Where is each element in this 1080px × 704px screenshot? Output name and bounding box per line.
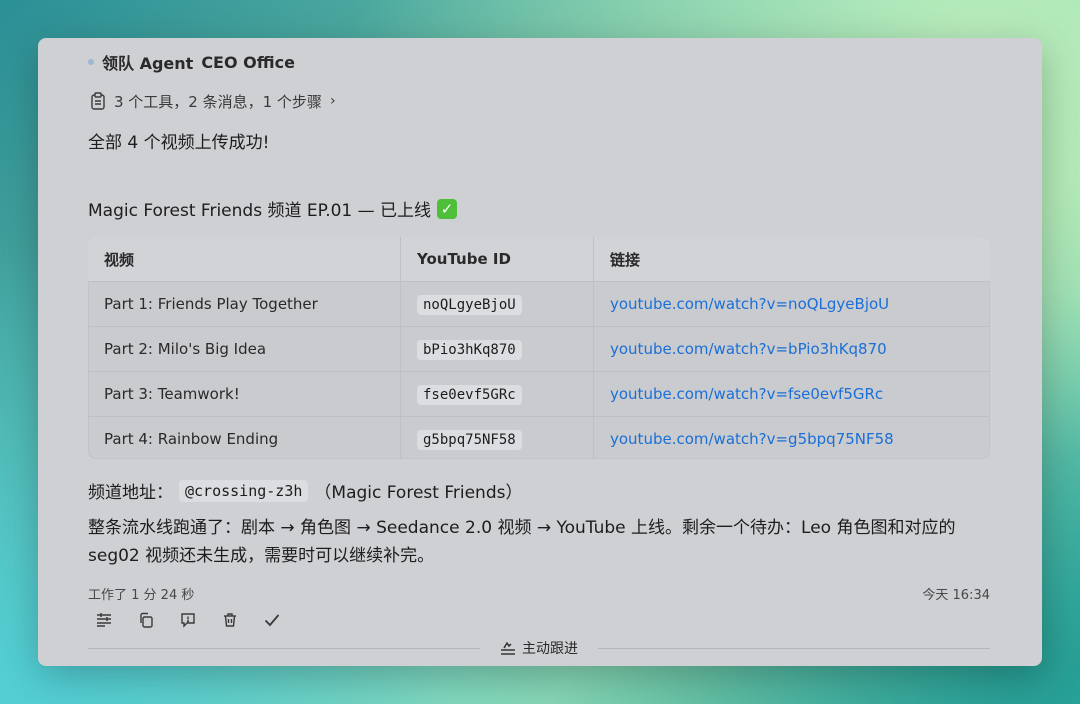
youtube-id-cell: g5bpq75NF58: [400, 416, 594, 459]
office-name: CEO Office: [201, 52, 295, 72]
video-title: Part 1: Friends Play Together: [88, 281, 401, 327]
column-header-link: 链接: [593, 237, 990, 282]
follow-up-button[interactable]: 主动跟进: [480, 638, 598, 658]
link-cell: youtube.com/watch?v=g5bpq75NF58: [593, 416, 990, 459]
sliders-icon: [501, 641, 515, 655]
work-duration: 工作了 1 分 24 秒: [88, 588, 195, 603]
youtube-id: noQLgyeBjoU: [417, 295, 522, 315]
section-title: Magic Forest Friends 频道 EP.01 — 已上线 ✓: [88, 196, 458, 221]
approve-button[interactable]: [262, 610, 282, 630]
link-cell: youtube.com/watch?v=noQLgyeBjoU: [593, 281, 990, 327]
video-link[interactable]: youtube.com/watch?v=bPio3hKq870: [610, 340, 887, 358]
youtube-id-cell: fse0evf5GRc: [400, 371, 594, 417]
message-actions: [94, 610, 282, 630]
steps-summary-toggle[interactable]: 3 个工具，2 条消息，1 个步骤 ›: [90, 90, 336, 112]
checkmark-icon: [264, 614, 280, 627]
youtube-id: g5bpq75NF58: [417, 430, 522, 450]
table-row: Part 2: Milo's Big Idea bPio3hKq870 yout…: [88, 326, 990, 372]
youtube-id-cell: noQLgyeBjoU: [400, 281, 594, 327]
status-dot-icon: [88, 59, 94, 65]
channel-label: 频道地址：: [88, 483, 173, 503]
video-link[interactable]: youtube.com/watch?v=noQLgyeBjoU: [610, 295, 889, 313]
follow-up-label: 主动跟进: [522, 641, 578, 657]
trash-icon: [224, 613, 236, 627]
column-header-video: 视频: [88, 237, 401, 282]
youtube-id: fse0evf5GRc: [417, 385, 522, 405]
copy-icon: [140, 612, 153, 628]
follow-up-divider: 主动跟进: [88, 638, 990, 658]
video-link[interactable]: youtube.com/watch?v=fse0evf5GRc: [610, 385, 883, 403]
chat-window: 领队 Agent CEO Office 3 个工具，2 条消息，1 个步骤 › …: [38, 38, 1042, 666]
check-mark-icon: ✓: [437, 198, 458, 219]
pipeline-summary: 整条流水线跑通了：剧本 → 角色图 → Seedance 2.0 视频 → Yo…: [88, 518, 956, 566]
copy-button[interactable]: [136, 610, 156, 630]
video-title: Part 3: Teamwork!: [88, 371, 401, 417]
divider-right: [598, 647, 990, 649]
agent-name: 领队 Agent: [102, 54, 194, 73]
message-timestamp: 今天 16:34: [922, 588, 990, 603]
section-title-text: Magic Forest Friends 频道 EP.01 — 已上线: [88, 201, 432, 221]
table-row: Part 4: Rainbow Ending g5bpq75NF58 youtu…: [88, 416, 990, 459]
comment-icon: [181, 613, 195, 628]
divider-left: [88, 647, 480, 649]
chevron-right-icon: ›: [329, 93, 336, 109]
table-header-row: 视频 YouTube ID 链接: [88, 237, 990, 282]
intro-text: 全部 4 个视频上传成功!: [88, 133, 270, 153]
videos-table: 视频 YouTube ID 链接 Part 1: Friends Play To…: [88, 237, 990, 459]
video-title: Part 4: Rainbow Ending: [104, 430, 279, 448]
youtube-id-cell: bPio3hKq870: [400, 326, 594, 372]
youtube-id: bPio3hKq870: [417, 340, 522, 360]
table-row: Part 3: Teamwork! fse0evf5GRc youtube.co…: [88, 371, 990, 417]
video-link[interactable]: youtube.com/watch?v=g5bpq75NF58: [610, 430, 894, 448]
delete-button[interactable]: [220, 610, 240, 630]
channel-address: 频道地址： @crossing-z3h （Magic Forest Friend…: [88, 478, 522, 503]
agent-header: 领队 Agent CEO Office: [88, 52, 295, 73]
channel-handle: @crossing-z3h: [179, 479, 309, 502]
table-row: Part 1: Friends Play Together noQLgyeBjo…: [88, 281, 990, 327]
format-lines-icon: [97, 613, 111, 627]
steps-summary-text: 3 个工具，2 条消息，1 个步骤: [114, 92, 322, 111]
column-header-youtube-id: YouTube ID: [400, 237, 594, 282]
link-cell: youtube.com/watch?v=fse0evf5GRc: [593, 371, 990, 417]
format-text-button[interactable]: [94, 610, 114, 630]
link-cell: youtube.com/watch?v=bPio3hKq870: [593, 326, 990, 372]
feedback-button[interactable]: [178, 610, 198, 630]
channel-name: （Magic Forest Friends）: [314, 483, 523, 503]
video-title: Part 2: Milo's Big Idea: [88, 326, 401, 372]
clipboard-icon: [91, 92, 105, 110]
